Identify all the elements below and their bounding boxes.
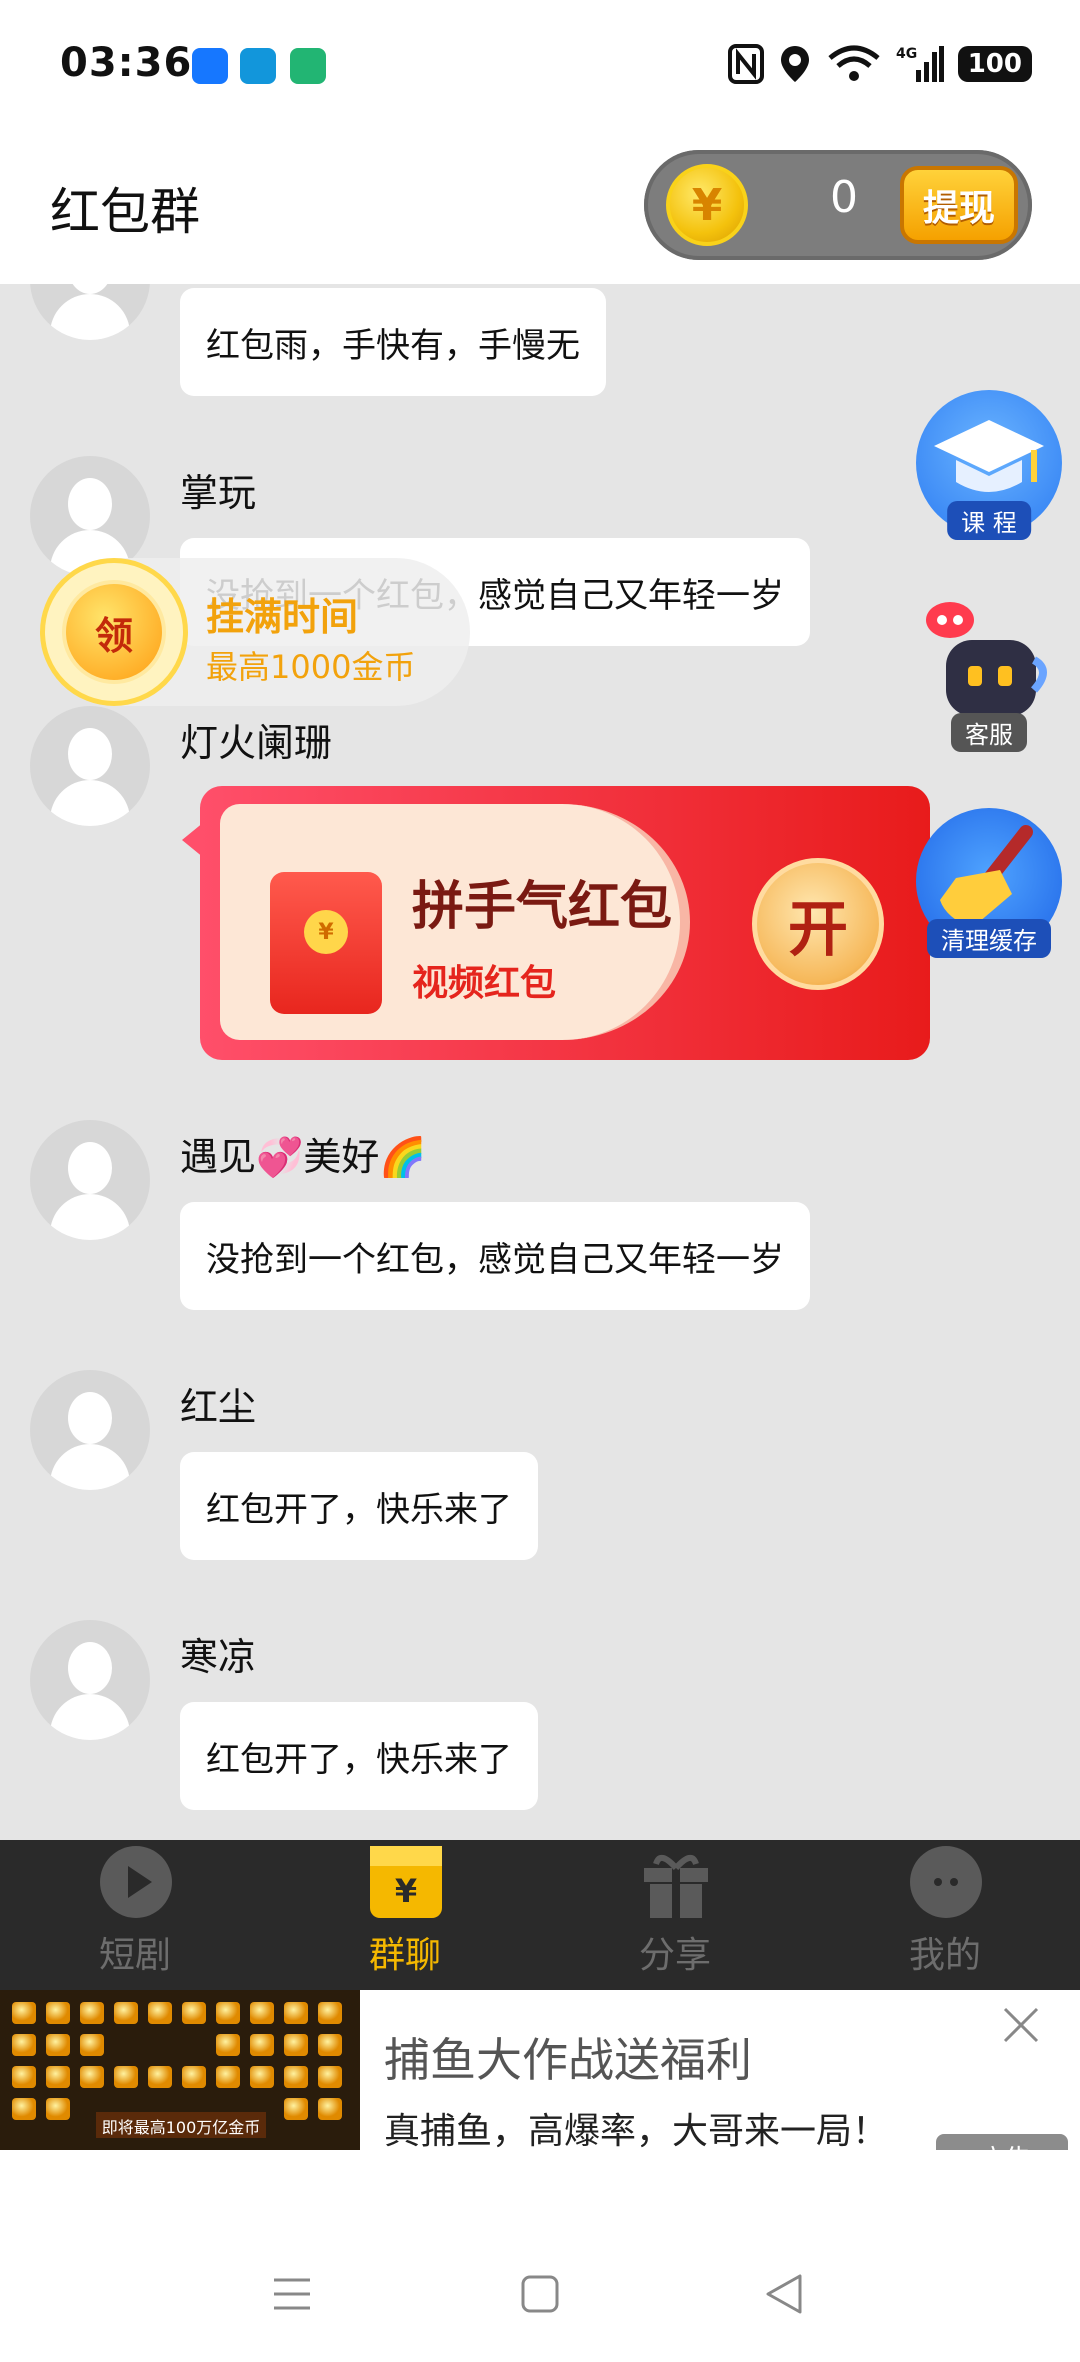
ad-thumb-caption: 即将最高100万亿金币 bbox=[101, 2118, 261, 2137]
ad-thumbnail[interactable]: 即将最高100万亿金币 bbox=[0, 1990, 360, 2150]
location-icon bbox=[780, 46, 809, 82]
message-bubble[interactable]: 红包开了，快乐来了 bbox=[180, 1702, 538, 1810]
cellular-signal-icon: 4G bbox=[896, 46, 944, 82]
bottom-tab-bar: 短剧 ¥ 群聊 分享 我的 bbox=[0, 1840, 1080, 1990]
message-bubble[interactable]: 红包开了，快乐来了 bbox=[180, 1452, 538, 1560]
red-packet-subtitle: 视频红包 bbox=[412, 963, 557, 1004]
user-avatar[interactable] bbox=[30, 284, 150, 340]
tab-mine[interactable]: 我的 bbox=[810, 1840, 1080, 1990]
nfc-icon bbox=[727, 44, 764, 84]
status-bar: 03:36 4G 100 bbox=[0, 0, 1080, 132]
app-notification-icon bbox=[192, 48, 228, 84]
ad-banner[interactable]: 即将最高100万亿金币 捕鱼大作战送福利 真捕鱼，高爆率，大哥来一局！ 广告 ⌄ bbox=[0, 1990, 1080, 2180]
back-icon[interactable] bbox=[764, 2272, 804, 2316]
message-sender: 红尘 bbox=[180, 1385, 257, 1429]
profile-face-icon bbox=[910, 1846, 982, 1918]
coin-balance-pill[interactable]: ¥ 0 提现 bbox=[644, 150, 1032, 260]
red-packet-title: 拼手气红包 bbox=[412, 877, 673, 937]
gold-coin-icon: ¥ bbox=[666, 164, 748, 246]
home-icon[interactable] bbox=[520, 2274, 560, 2314]
svg-text:4G: 4G bbox=[896, 46, 917, 62]
alipay-notification-icon bbox=[240, 48, 276, 84]
message-sender: 灯火阑珊 bbox=[180, 721, 333, 765]
wallet-yuan-icon: ¥ bbox=[370, 1846, 442, 1918]
user-avatar[interactable] bbox=[30, 1620, 150, 1740]
battery-indicator: 100 bbox=[957, 46, 1032, 82]
chat-message-list[interactable]: 红包雨，手快有，手慢无 掌玩 没抢到一个红包，感觉自己又年轻一岁 灯火阑珊 ¥ … bbox=[0, 284, 1080, 1840]
app-header: 红包群 ¥ 0 提现 bbox=[0, 132, 1080, 284]
ad-title[interactable]: 捕鱼大作战送福利 bbox=[384, 2024, 752, 2090]
menu-icon[interactable] bbox=[272, 2274, 312, 2314]
ad-description[interactable]: 真捕鱼，高爆率，大哥来一局！ bbox=[384, 2102, 888, 2154]
svg-text:¥: ¥ bbox=[395, 1872, 417, 1910]
tab-group-chat[interactable]: ¥ 群聊 bbox=[270, 1840, 540, 1990]
tab-share[interactable]: 分享 bbox=[540, 1840, 810, 1990]
clear-cache-widget[interactable]: 清理缓存 bbox=[912, 808, 1066, 958]
customer-service-widget[interactable]: 客服 bbox=[912, 600, 1066, 752]
withdraw-button[interactable]: 提现 bbox=[900, 166, 1018, 244]
play-icon bbox=[100, 1846, 172, 1918]
message-bubble[interactable]: 红包雨，手快有，手慢无 bbox=[180, 288, 606, 396]
reward-title: 挂满时间 bbox=[206, 595, 359, 639]
status-icons: 4G 100 bbox=[727, 44, 1032, 84]
user-avatar[interactable] bbox=[30, 1120, 150, 1240]
user-avatar[interactable] bbox=[30, 1370, 150, 1490]
system-navigation-bar bbox=[0, 2150, 1080, 2362]
tab-short-drama[interactable]: 短剧 bbox=[0, 1840, 270, 1990]
message-sender: 寒凉 bbox=[180, 1635, 257, 1679]
user-avatar[interactable] bbox=[30, 706, 150, 826]
app-notification-icon bbox=[290, 48, 326, 84]
close-ad-icon[interactable] bbox=[992, 1996, 1050, 2054]
course-widget[interactable]: 课 程 bbox=[912, 390, 1066, 540]
collect-coin-button[interactable]: 领 bbox=[40, 558, 188, 706]
reward-subtitle: 最高1000金币 bbox=[206, 648, 416, 686]
message-sender: 遇见💞美好🌈 bbox=[180, 1135, 427, 1179]
message-bubble[interactable]: 没抢到一个红包，感觉自己又年轻一岁 bbox=[180, 1202, 810, 1310]
red-envelope-icon: ¥ bbox=[270, 872, 382, 1014]
floating-coin-reward[interactable]: 领 挂满时间 最高1000金币 bbox=[40, 558, 470, 706]
open-packet-button[interactable]: 开 bbox=[752, 858, 884, 990]
gift-icon bbox=[640, 1846, 712, 1918]
red-packet-panel: ¥ 拼手气红包 视频红包 bbox=[220, 804, 690, 1040]
message-sender: 掌玩 bbox=[180, 471, 257, 515]
page-title: 红包群 bbox=[50, 183, 200, 241]
red-packet-card[interactable]: ¥ 拼手气红包 视频红包 开 bbox=[200, 786, 930, 1060]
wifi-icon bbox=[828, 45, 880, 81]
status-time: 03:36 bbox=[60, 40, 193, 86]
coin-count: 0 bbox=[830, 172, 858, 223]
